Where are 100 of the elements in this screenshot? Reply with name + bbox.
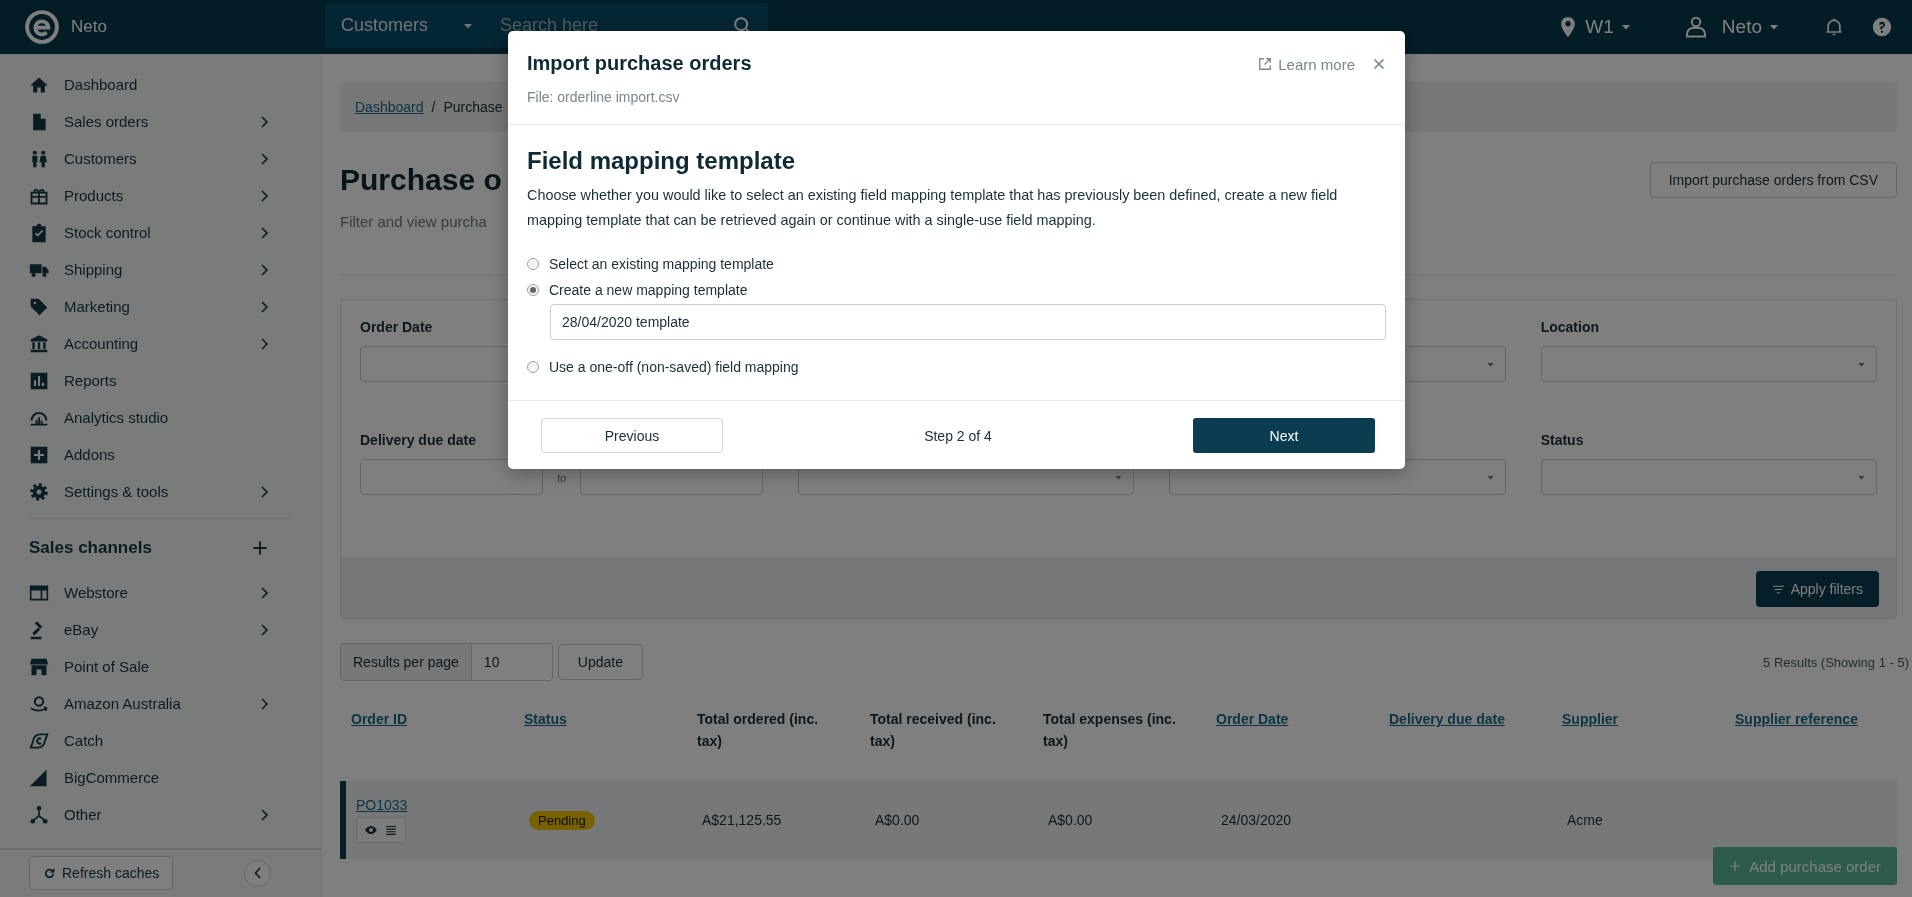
nodes-icon bbox=[29, 804, 49, 825]
collapse-button[interactable] bbox=[244, 859, 271, 887]
radio-button[interactable] bbox=[527, 361, 539, 373]
import-button[interactable]: Import purchase orders from CSV bbox=[1649, 162, 1897, 198]
filter-label: Status bbox=[1540, 431, 1584, 450]
sidebar-item[interactable]: Sales orders bbox=[0, 103, 321, 140]
eye-icon[interactable] bbox=[364, 823, 378, 837]
radio-button[interactable] bbox=[527, 284, 539, 296]
field-label: Results per page bbox=[341, 644, 472, 680]
sidebar-item[interactable]: Reports bbox=[0, 362, 321, 399]
sidebar-item[interactable]: Analytics studio bbox=[0, 399, 321, 436]
page-subtitle: Filter and view purcha bbox=[340, 213, 488, 230]
file-name: File: orderline import.csv bbox=[527, 89, 681, 105]
sidebar-item[interactable]: Customers bbox=[0, 140, 321, 177]
external-link-icon bbox=[1258, 57, 1273, 71]
badge-icon bbox=[29, 730, 49, 751]
column-header: Total ordered (inc. tax) bbox=[697, 711, 819, 749]
sidebar-item[interactable]: Other bbox=[0, 796, 321, 833]
status-badge: Pending bbox=[529, 810, 595, 830]
step-indicator: Step 2 of 4 bbox=[923, 427, 993, 444]
bank-icon bbox=[29, 333, 49, 354]
sidebar-item[interactable]: Amazon Australia bbox=[0, 685, 321, 722]
table-cell-text: A$0.00 bbox=[875, 812, 921, 828]
plus-icon[interactable] bbox=[251, 539, 269, 557]
column-header-link[interactable]: Status bbox=[524, 711, 567, 727]
update-button[interactable]: Update bbox=[557, 644, 643, 680]
column-header-link[interactable]: Supplier bbox=[1562, 711, 1618, 727]
people-icon bbox=[29, 148, 49, 169]
apply-filters-button[interactable]: Apply filters bbox=[1755, 571, 1879, 607]
table-cell-text: A$21,125.55 bbox=[702, 812, 783, 828]
filter-label: Order Date bbox=[360, 318, 433, 337]
help-icon[interactable] bbox=[1872, 17, 1892, 37]
template-name-field[interactable]: 28/04/2020 template bbox=[550, 304, 1386, 340]
select-field[interactable] bbox=[1540, 346, 1877, 382]
results-per-page-field[interactable]: Results per page 10 bbox=[340, 643, 553, 681]
plus-icon bbox=[1729, 860, 1742, 872]
section-heading: Sales channels bbox=[29, 538, 152, 558]
column-header: Total received (inc. tax) bbox=[870, 711, 996, 749]
close-button[interactable] bbox=[1373, 58, 1385, 70]
user-icon bbox=[1683, 15, 1708, 39]
sidebar-item[interactable]: BigCommerce bbox=[0, 759, 321, 796]
sidebar-item[interactable]: Point of Sale bbox=[0, 648, 321, 685]
radio-option[interactable]: Create a new mapping template bbox=[527, 277, 1386, 303]
column-header-link[interactable]: Supplier reference bbox=[1735, 711, 1858, 727]
bar-chart-icon bbox=[29, 370, 49, 391]
smile-arrow-icon bbox=[29, 693, 49, 714]
breadcrumb-link[interactable]: Dashboard bbox=[355, 99, 424, 115]
sidebar-item[interactable]: eBay bbox=[0, 611, 321, 648]
breadcrumb-current: Purchase bbox=[443, 99, 503, 115]
store-icon bbox=[29, 656, 49, 677]
modal-title: Import purchase orders bbox=[527, 51, 752, 75]
triangle-icon bbox=[29, 767, 49, 788]
sidebar-item[interactable]: Catch bbox=[0, 722, 321, 759]
section-heading: Field mapping template bbox=[527, 147, 797, 175]
sidebar-item[interactable]: Dashboard bbox=[0, 66, 321, 103]
next-button[interactable]: Next bbox=[1193, 418, 1375, 453]
settings-icon bbox=[29, 481, 49, 502]
select-field[interactable] bbox=[1540, 459, 1877, 495]
radio-option[interactable]: Select an existing mapping template bbox=[527, 251, 1386, 277]
column-header-link[interactable]: Order ID bbox=[351, 711, 407, 727]
filter-label: Delivery due date bbox=[360, 431, 476, 450]
sidebar-item[interactable]: Stock control bbox=[0, 214, 321, 251]
order-link[interactable]: PO1033 bbox=[356, 797, 408, 813]
bell-icon[interactable] bbox=[1824, 17, 1844, 37]
user-menu[interactable]: Neto bbox=[1677, 14, 1786, 40]
chevron-icon bbox=[253, 867, 262, 879]
sidebar-item[interactable]: Settings & tools bbox=[0, 473, 321, 510]
sidebar-item[interactable]: Accounting bbox=[0, 325, 321, 362]
results-summary: 5 Results (Showing 1 - 5) bbox=[1763, 654, 1909, 670]
sidebar-item[interactable]: Webstore bbox=[0, 574, 321, 611]
location-menu[interactable]: W1 bbox=[1551, 15, 1638, 39]
previous-button[interactable]: Previous bbox=[541, 418, 723, 453]
radio-option[interactable]: Use a one-off (non-saved) field mapping bbox=[527, 354, 1386, 380]
learn-more-link[interactable]: Learn more bbox=[1258, 55, 1355, 73]
refresh-button[interactable]: Refresh caches bbox=[29, 856, 174, 890]
logo-icon bbox=[25, 10, 59, 44]
table-cell-text: 24/03/2020 bbox=[1221, 812, 1293, 828]
table-cell-text: Acme bbox=[1567, 812, 1604, 828]
sidebar-item[interactable]: Products bbox=[0, 177, 321, 214]
tag-icon bbox=[29, 296, 49, 317]
sidebar-item[interactable]: Addons bbox=[0, 436, 321, 473]
range-separator: to bbox=[555, 472, 568, 485]
column-header: Total expenses (inc. tax) bbox=[1043, 711, 1176, 749]
search-input[interactable]: Search here bbox=[490, 15, 733, 36]
sidebar-item[interactable]: Shipping bbox=[0, 251, 321, 288]
close-icon bbox=[1373, 58, 1385, 70]
date-field[interactable] bbox=[360, 459, 543, 495]
table-cell-text: A$0.00 bbox=[1048, 812, 1094, 828]
filter-label: Location bbox=[1540, 318, 1599, 337]
column-header-link[interactable]: Delivery due date bbox=[1389, 711, 1505, 727]
radio-button[interactable] bbox=[527, 258, 539, 270]
column-header-link[interactable]: Order Date bbox=[1216, 711, 1289, 727]
refresh-icon bbox=[43, 866, 56, 880]
clipboard-check-icon bbox=[29, 222, 49, 243]
breadcrumb-separator: / bbox=[431, 99, 436, 115]
page-title: Purchase o bbox=[340, 162, 502, 198]
sidebar-item[interactable]: Marketing bbox=[0, 288, 321, 325]
list-icon[interactable] bbox=[384, 823, 398, 837]
search-scope-dropdown[interactable]: Customers bbox=[325, 3, 491, 48]
description: Choose whether you would like to select an existing field mapping template that has previously been defined, create a new field mapping template that can be retrieved again or continue with a single-use field mapping. bbox=[527, 186, 1339, 230]
